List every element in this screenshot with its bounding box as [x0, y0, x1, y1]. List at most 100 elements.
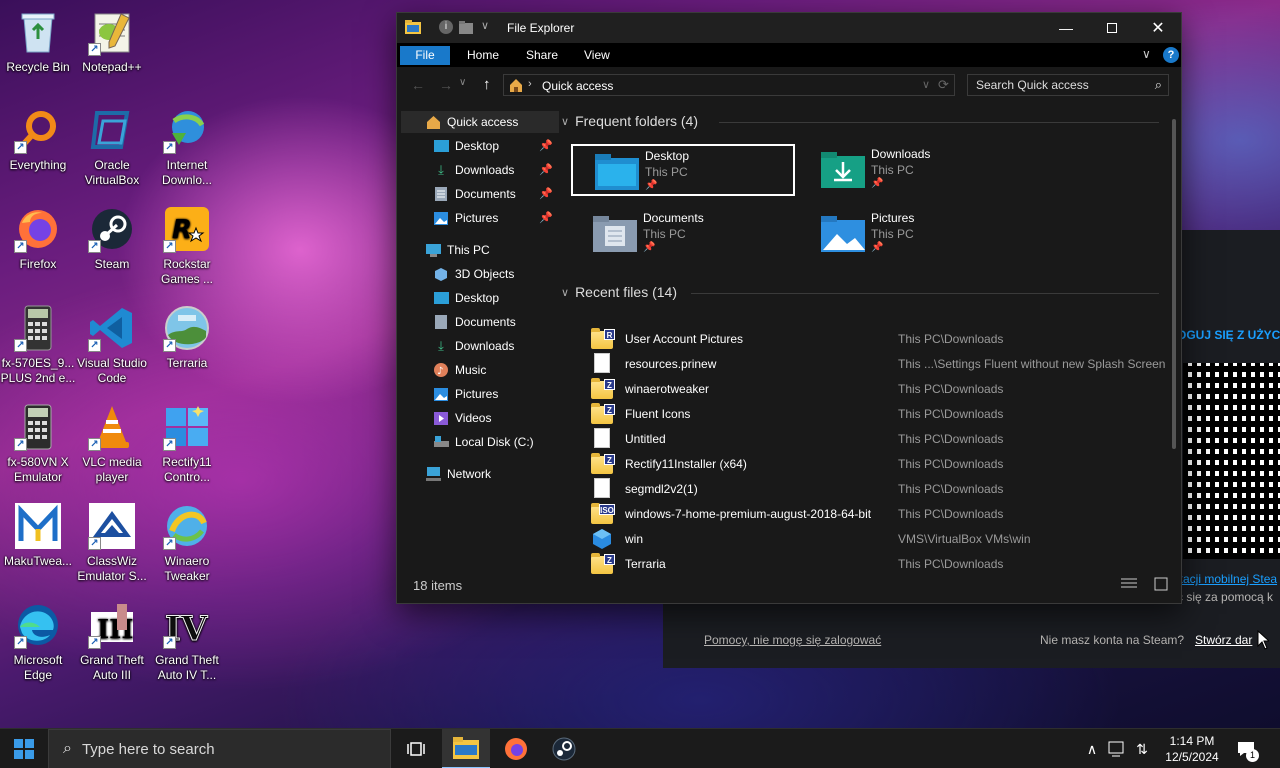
- taskbar-search-box[interactable]: ⌕ Type here to search: [48, 729, 391, 768]
- expand-ribbon-chevron-icon[interactable]: ∨: [1142, 47, 1151, 61]
- pin-icon[interactable]: 📌: [539, 139, 553, 152]
- nav-pc-documents[interactable]: Documents: [401, 311, 559, 333]
- desktop-icon-firefox[interactable]: ↗ Firefox: [0, 205, 76, 272]
- desktop-icon-winaero[interactable]: ↗ Winaero Tweaker: [149, 502, 225, 584]
- frequent-folders-header[interactable]: ∨ Frequent folders (4): [561, 113, 698, 129]
- desktop-icon-everything[interactable]: ↗ Everything: [0, 106, 76, 173]
- new-folder-icon[interactable]: [459, 21, 475, 37]
- desktop-icon-classwiz[interactable]: ↗ ClassWiz Emulator S...: [74, 502, 150, 584]
- desktop-icon-label: Grand Theft Auto IV T...: [155, 653, 219, 682]
- nav-this-pc[interactable]: This PC: [401, 239, 559, 261]
- start-button[interactable]: [0, 729, 48, 768]
- address-field[interactable]: › Quick access ∨ ⟳: [503, 74, 955, 96]
- recent-file-row[interactable]: Z Terraria This PC\Downloads: [585, 552, 1165, 577]
- recent-file-row[interactable]: Z Rectify11Installer (x64) This PC\Downloa…: [585, 452, 1165, 477]
- show-hidden-icons-chevron-icon[interactable]: ∧: [1082, 729, 1102, 768]
- forward-arrow-icon[interactable]: →: [439, 77, 453, 93]
- nav-quick-access[interactable]: Quick access: [401, 111, 559, 133]
- nav-pc-pictures[interactable]: Pictures: [401, 383, 559, 405]
- steam-mobile-app-text[interactable]: kacji mobilnej Stea: [1177, 572, 1277, 586]
- chevron-down-icon[interactable]: ∨: [481, 19, 489, 32]
- task-view-button[interactable]: [392, 729, 440, 768]
- desktop-icon-gta4[interactable]: IV ↗ Grand Theft Auto IV T...: [149, 601, 225, 683]
- tab-home[interactable]: Home: [455, 46, 511, 65]
- notification-center-button[interactable]: 1: [1232, 729, 1260, 768]
- help-icon[interactable]: ?: [1163, 47, 1179, 63]
- recent-file-row[interactable]: R User Account Pictures This PC\Downloads: [585, 327, 1165, 352]
- tab-view[interactable]: View: [572, 46, 622, 65]
- title-bar[interactable]: i ∨ File Explorer — ✕: [397, 13, 1181, 43]
- recent-file-row[interactable]: Zwinaerotweaker This PC\Downloads: [585, 377, 1165, 402]
- recent-file-row[interactable]: win VMS\VirtualBox VMs\win: [585, 527, 1165, 552]
- steam-help-link[interactable]: Pomocy, nie mogę się zalogować: [704, 633, 881, 647]
- nav-label: Pictures: [455, 387, 499, 401]
- taskbar-file-explorer[interactable]: [442, 729, 490, 768]
- taskbar-steam[interactable]: [540, 729, 588, 768]
- desktop-icon-rockstar[interactable]: R ↗ Rockstar Games ...: [149, 205, 225, 287]
- pin-icon[interactable]: 📌: [539, 163, 553, 176]
- nav-pc-downloads[interactable]: ⤓ Downloads: [401, 335, 559, 357]
- desktop-icon-vscode[interactable]: ↗ Visual Studio Code: [74, 304, 150, 386]
- steam-create-account-link[interactable]: Stwórz dar: [1195, 633, 1252, 647]
- nav-pc-videos[interactable]: Videos: [401, 407, 559, 429]
- refresh-icon[interactable]: ⟳: [938, 77, 949, 93]
- desktop-icon-idm[interactable]: ↗ Internet Downlo...: [149, 106, 225, 188]
- recent-file-row[interactable]: segmdl2v2(1) This PC\Downloads: [585, 477, 1165, 502]
- pin-icon[interactable]: 📌: [539, 211, 553, 224]
- desktop-icon-recycle-bin[interactable]: Recycle Bin: [0, 8, 76, 75]
- desktop-icon-rectify11[interactable]: ↗ Rectify11 Contro...: [149, 403, 225, 485]
- recent-file-row[interactable]: ISO windows-7-home-premium-august-2018-64…: [585, 502, 1165, 527]
- nav-quick-desktop[interactable]: Desktop 📌: [401, 135, 559, 157]
- recent-file-location: This PC\Downloads: [898, 507, 1004, 521]
- tab-file[interactable]: File: [400, 46, 450, 65]
- desktop-icon-fx580[interactable]: ↗ fx-580VN X Emulator: [0, 403, 76, 485]
- nav-3d-objects[interactable]: 3D Objects: [401, 263, 559, 285]
- desktop-icon-fx570[interactable]: ↗ fx-570ES_9... PLUS 2nd e...: [0, 304, 76, 386]
- desktop-icon-steam[interactable]: ↗ Steam: [74, 205, 150, 272]
- large-icons-view-icon[interactable]: [1154, 577, 1168, 594]
- taskbar-firefox[interactable]: [492, 729, 540, 768]
- nav-pc-local-disk[interactable]: Local Disk (C:): [401, 431, 559, 453]
- close-button[interactable]: ✕: [1135, 13, 1181, 43]
- folder-tile-downloads[interactable]: Downloads This PC 📌: [799, 144, 1023, 196]
- folder-tile-desktop[interactable]: Desktop This PC 📌: [571, 144, 795, 196]
- tab-share[interactable]: Share: [514, 46, 570, 65]
- nav-pc-desktop[interactable]: Desktop: [401, 287, 559, 309]
- pin-icon[interactable]: 📌: [539, 187, 553, 200]
- desktop-icon-gta3[interactable]: III ↗ Grand Theft Auto III: [74, 601, 150, 683]
- details-view-icon[interactable]: [1121, 577, 1137, 594]
- minimize-button[interactable]: —: [1043, 13, 1089, 43]
- maximize-button[interactable]: [1089, 13, 1135, 43]
- recent-file-row[interactable]: Untitled This PC\Downloads: [585, 427, 1165, 452]
- nav-quick-pictures[interactable]: Pictures 📌: [401, 207, 559, 229]
- network-wifi-icon[interactable]: ⇅: [1130, 729, 1154, 768]
- desktop-icon-edge[interactable]: ↗ Microsoft Edge: [0, 601, 76, 683]
- clock[interactable]: 1:14 PM 12/5/2024: [1156, 729, 1228, 768]
- nav-quick-documents[interactable]: Documents 📌: [401, 183, 559, 205]
- folder-icon: [405, 20, 421, 37]
- breadcrumb-quick-access[interactable]: Quick access: [542, 79, 613, 93]
- address-dropdown-chevron-icon[interactable]: ∨: [922, 78, 930, 91]
- downloads-folder-icon: [821, 152, 865, 188]
- recent-locations-chevron-icon[interactable]: ∨: [459, 77, 466, 88]
- scrollbar[interactable]: [1172, 119, 1176, 449]
- recent-files-header[interactable]: ∨ Recent files (14): [561, 284, 677, 300]
- nav-pc-music[interactable]: ♪ Music: [401, 359, 559, 381]
- properties-icon[interactable]: i: [439, 20, 453, 34]
- up-arrow-icon[interactable]: ↑: [483, 76, 491, 93]
- folder-tile-documents[interactable]: Documents This PC 📌: [571, 208, 795, 260]
- desktop-icon-makutweaker[interactable]: MakuTwea...: [0, 502, 76, 569]
- recent-file-row[interactable]: resources.prinew This ...\Settings Fluent…: [585, 352, 1165, 377]
- folder-tile-pictures[interactable]: Pictures This PC 📌: [799, 208, 1023, 260]
- nav-network[interactable]: Network: [401, 463, 559, 485]
- search-field[interactable]: Search Quick access ⌕: [967, 74, 1169, 96]
- back-arrow-icon[interactable]: ←: [411, 77, 425, 93]
- desktop-icon-terraria[interactable]: ↗ Terraria: [149, 304, 225, 371]
- desktop-icon-notepad-plus-plus[interactable]: ↗ Notepad++: [74, 8, 150, 75]
- shortcut-arrow-icon: ↗: [88, 43, 101, 56]
- desktop-icon-virtualbox[interactable]: Oracle VirtualBox: [74, 106, 150, 188]
- desktop-icon-vlc[interactable]: ↗ VLC media player: [74, 403, 150, 485]
- recent-file-row[interactable]: Z Fluent Icons This PC\Downloads: [585, 402, 1165, 427]
- tray-app-icon[interactable]: [1104, 729, 1128, 768]
- nav-quick-downloads[interactable]: ⤓ Downloads 📌: [401, 159, 559, 181]
